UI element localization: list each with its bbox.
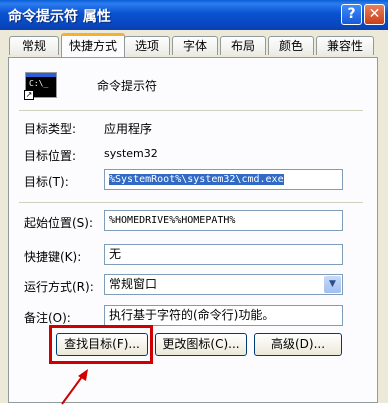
target-type-value: 应用程序: [104, 122, 153, 136]
comment-field[interactable]: 执行基于字符的(命令行)功能。: [104, 305, 343, 326]
target-type-label: 目标类型:: [24, 122, 77, 136]
hotkey-field[interactable]: 无: [104, 244, 343, 265]
tab-layout[interactable]: 布局: [220, 36, 266, 55]
advanced-button[interactable]: 高级(D)...: [254, 333, 342, 356]
target-location-label: 目标位置:: [24, 149, 77, 163]
target-field[interactable]: %SystemRoot%\system32\cmd.exe: [104, 169, 343, 190]
change-icon-button[interactable]: 更改图标(C)...: [155, 333, 247, 356]
window-title: 命令提示符 属性: [8, 9, 111, 25]
tab-font[interactable]: 字体: [172, 36, 218, 55]
start-in-field[interactable]: %HOMEDRIVE%%HOMEPATH%: [104, 210, 343, 231]
tab-shortcut[interactable]: 快捷方式: [61, 33, 125, 57]
properties-window: 命令提示符 属性 ? ✕ 常规 快捷方式 选项 字体 布局 颜色 兼容性 C:\…: [0, 0, 388, 405]
shortcut-arrow-icon: ↗: [24, 90, 34, 100]
target-field-value: %SystemRoot%\system32\cmd.exe: [109, 174, 284, 185]
help-button[interactable]: ?: [341, 4, 362, 25]
shortcut-name: 命令提示符: [97, 79, 158, 93]
separator: [19, 202, 363, 203]
tab-general[interactable]: 常规: [9, 36, 59, 55]
annotation-arrow-icon: [61, 369, 88, 405]
tab-colors[interactable]: 颜色: [268, 36, 314, 55]
chevron-down-icon[interactable]: ▼: [324, 276, 341, 293]
tab-options[interactable]: 选项: [124, 36, 170, 55]
cmd-icon: C:\_ ↗: [24, 72, 57, 100]
run-label: 运行方式(R):: [24, 280, 94, 294]
run-select-value: 常规窗口: [109, 277, 158, 291]
tab-compatibility[interactable]: 兼容性: [316, 36, 374, 55]
annotation-highlight-box: [49, 325, 153, 364]
separator: [19, 110, 363, 111]
comment-label: 备注(O):: [24, 311, 71, 325]
target-label: 目标(T):: [24, 175, 69, 189]
tab-bar: 常规 快捷方式 选项 字体 布局 颜色 兼容性: [8, 33, 380, 57]
hotkey-label: 快捷键(K):: [24, 250, 82, 264]
title-bar[interactable]: 命令提示符 属性 ? ✕: [0, 0, 388, 30]
start-in-label: 起始位置(S):: [24, 216, 94, 230]
target-location-value: system32: [104, 147, 158, 160]
run-select[interactable]: 常规窗口 ▼: [104, 274, 343, 295]
close-button[interactable]: ✕: [364, 4, 385, 25]
